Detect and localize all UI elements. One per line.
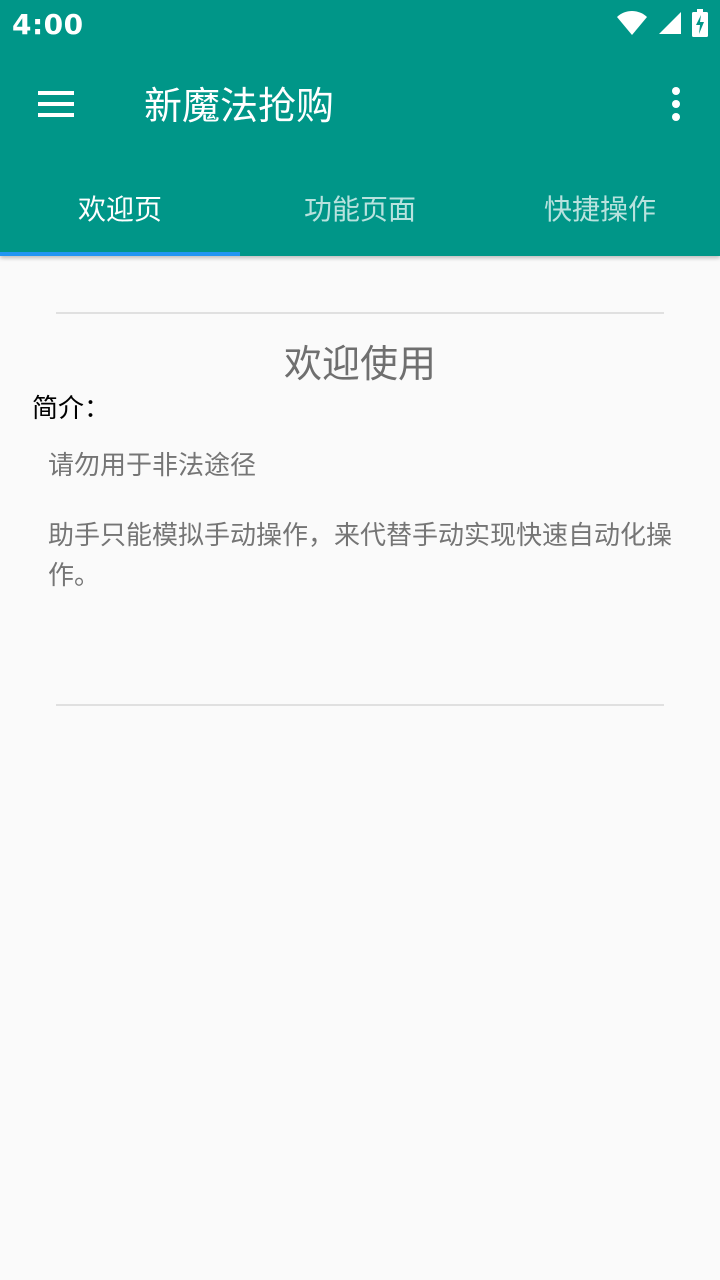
app-bar: 4:00 新魔法抢购 欢迎页 功能页面 快捷操作 [0, 0, 720, 256]
overflow-menu-button[interactable] [652, 78, 700, 134]
tab-label: 快捷操作 [543, 193, 656, 226]
warning-text: 请勿用于非法途径 [48, 451, 257, 481]
tab-bar: 欢迎页 功能页面 快捷操作 [0, 162, 720, 256]
intro-label: 简介： [32, 394, 111, 424]
tab-shortcuts[interactable]: 快捷操作 [480, 162, 720, 256]
wifi-icon [616, 10, 648, 40]
description-text: 助手只能模拟手动操作，来代替手动实现快速自动化操作。 [48, 521, 673, 591]
cell-signal-icon [658, 11, 682, 39]
more-vertical-icon [671, 86, 681, 126]
tab-welcome[interactable]: 欢迎页 [0, 162, 240, 256]
status-icons [616, 9, 708, 41]
app-screen: 4:00 新魔法抢购 欢迎页 功能页面 快捷操作 欢迎使用 简介： 请勿用于非法… [0, 0, 720, 1280]
tab-label: 功能页面 [303, 193, 416, 226]
toolbar: 新魔法抢购 [0, 50, 720, 162]
status-time: 4:00 [12, 8, 84, 41]
status-bar: 4:00 [0, 0, 720, 50]
top-divider [56, 312, 664, 314]
battery-charging-icon [692, 9, 708, 41]
welcome-page: 欢迎使用 简介： 请勿用于非法途径 助手只能模拟手动操作，来代替手动实现快速自动… [0, 256, 720, 1280]
tab-label: 欢迎页 [77, 193, 162, 226]
welcome-title: 欢迎使用 [283, 342, 436, 386]
app-title: 新魔法抢购 [144, 84, 335, 128]
bottom-divider [56, 704, 664, 706]
tab-features[interactable]: 功能页面 [240, 162, 480, 256]
hamburger-menu-icon [36, 89, 76, 123]
menu-button[interactable] [28, 78, 84, 134]
